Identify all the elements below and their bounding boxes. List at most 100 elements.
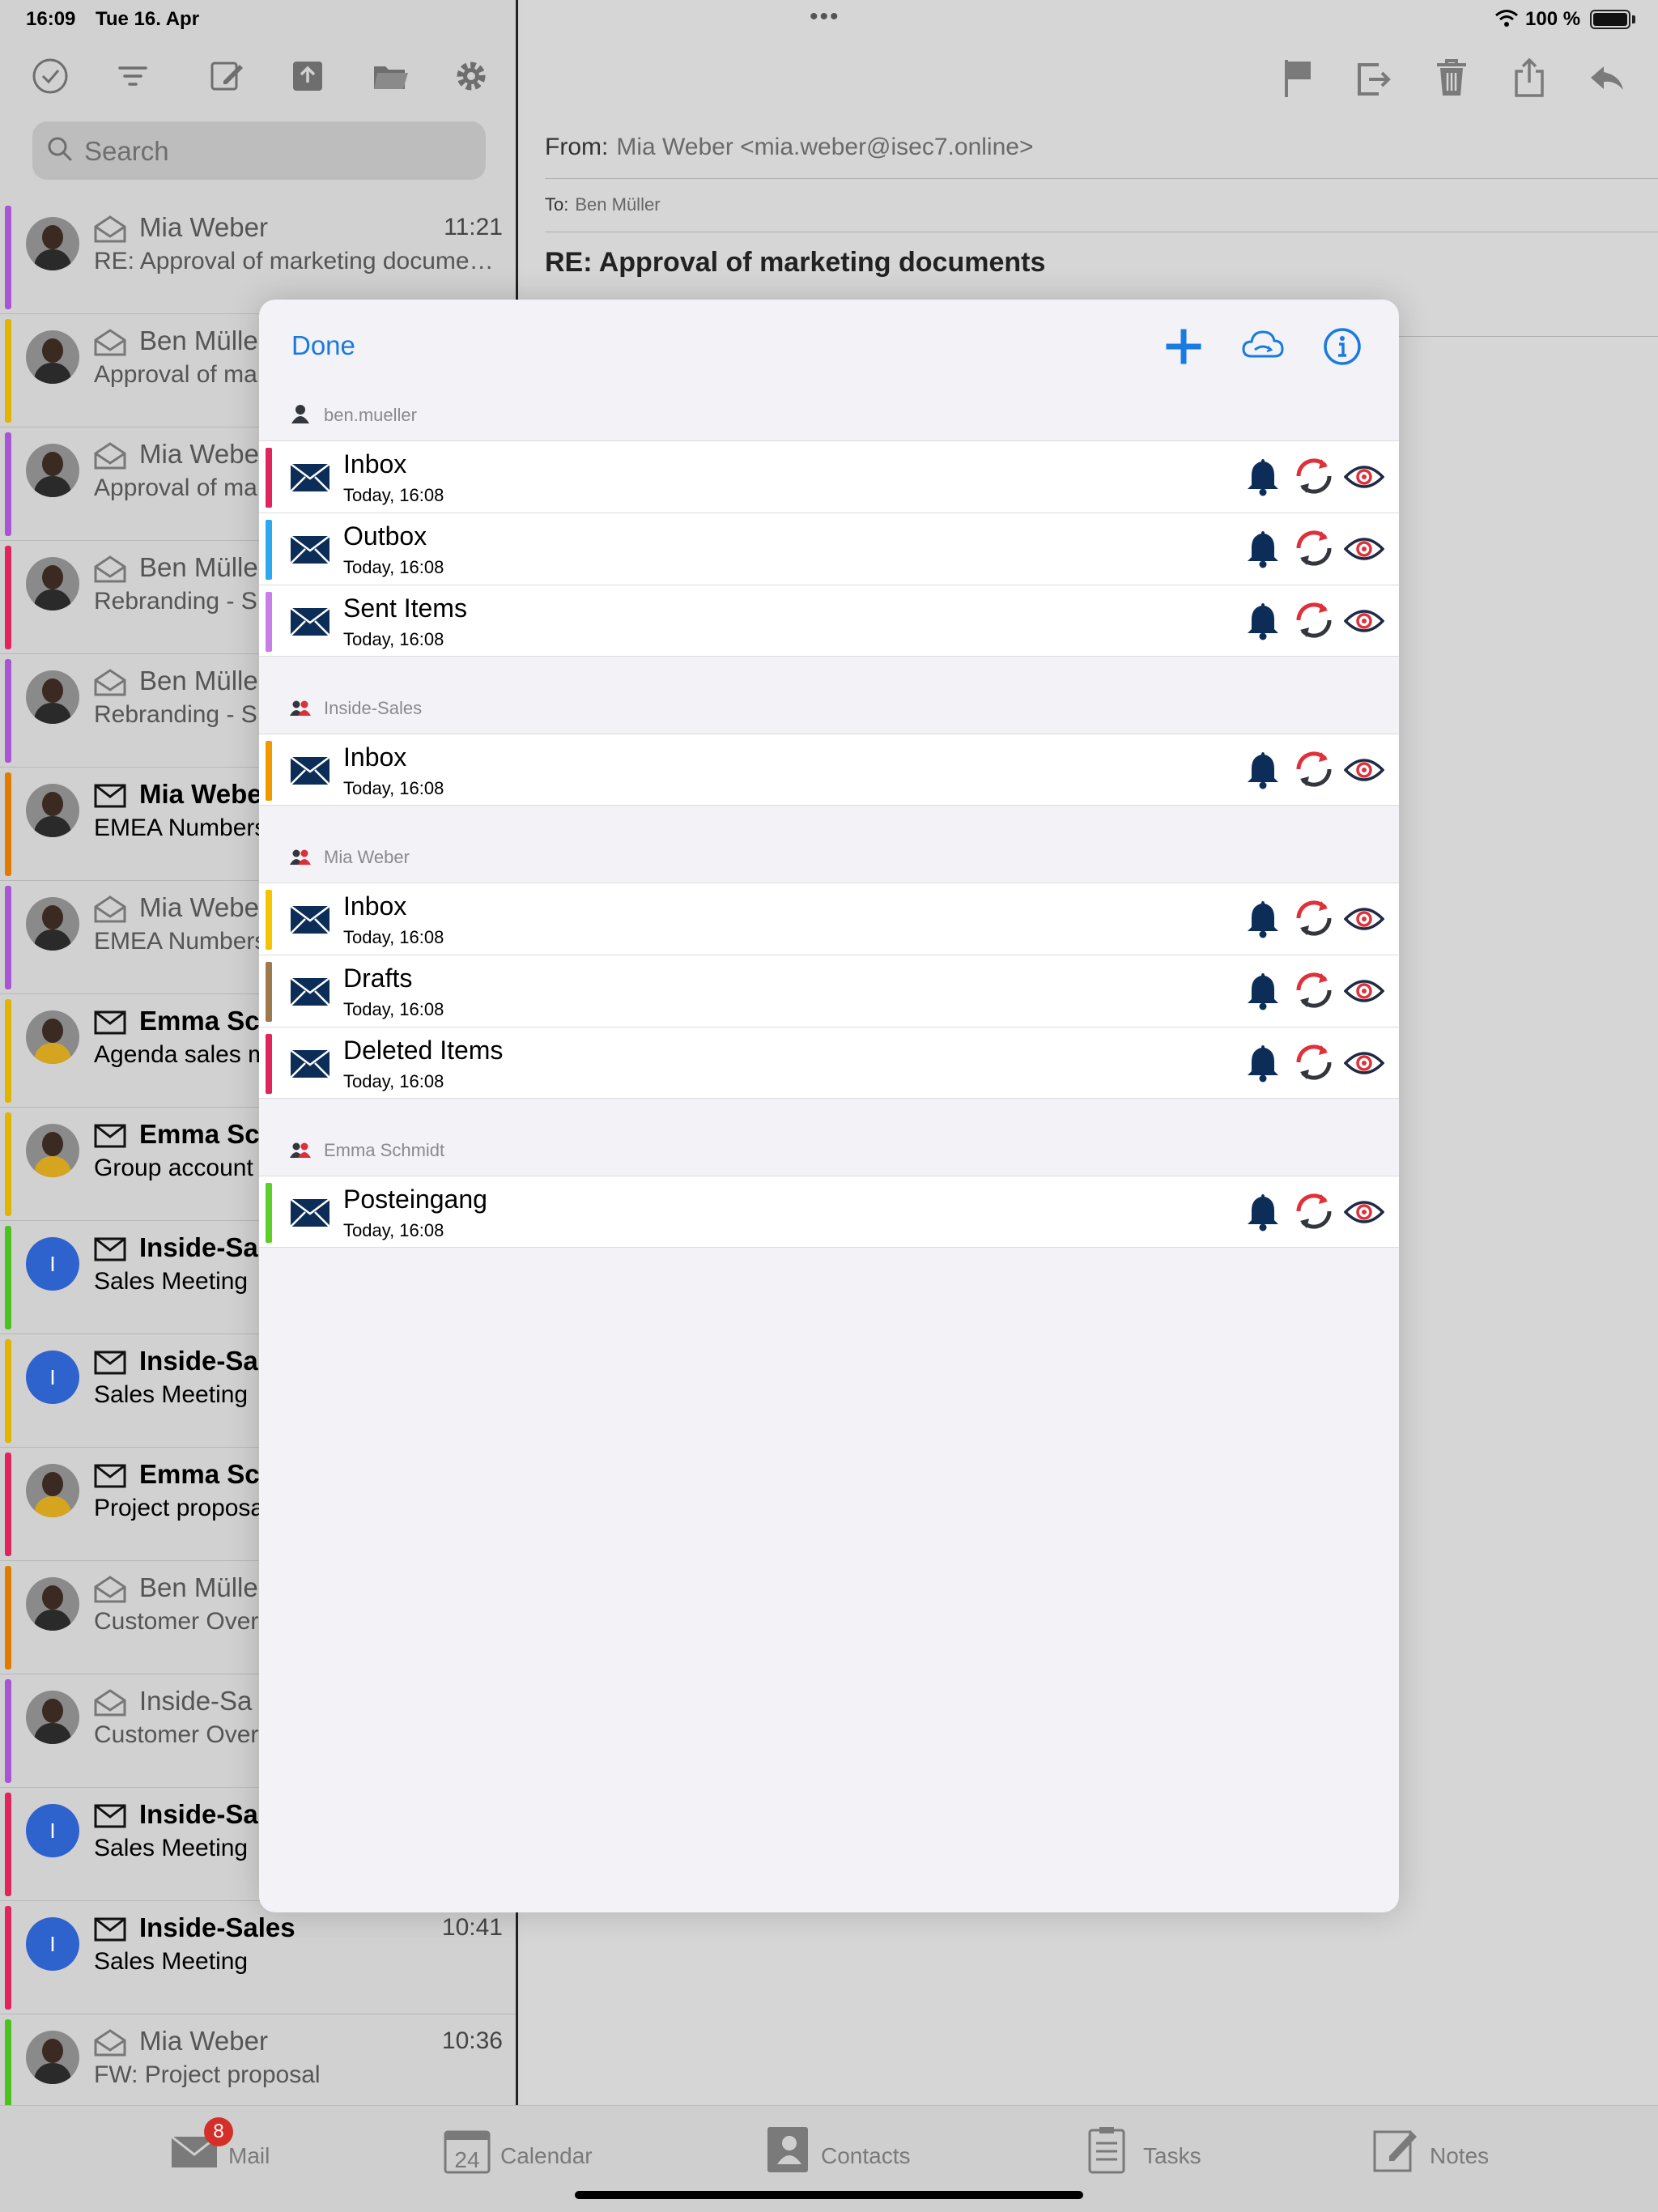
avatar-body (34, 249, 71, 270)
done-button[interactable]: Done (291, 330, 355, 361)
to-line: To: Ben Müller (545, 194, 661, 215)
folder-sync-time: Today, 16:08 (343, 1220, 444, 1240)
folder-row[interactable]: Deleted Items Today, 16:08 (259, 1027, 1399, 1099)
notification-bell-icon[interactable] (1245, 456, 1281, 496)
notification-bell-icon[interactable] (1245, 898, 1281, 938)
notification-bell-icon[interactable] (1245, 970, 1281, 1010)
multitask-dots[interactable]: ••• (810, 3, 840, 31)
folder-row[interactable]: Inbox Today, 16:08 (259, 883, 1399, 955)
search-input[interactable]: Search (32, 121, 486, 180)
avatar-head (42, 225, 63, 249)
cloud-sync-icon[interactable] (1240, 324, 1286, 369)
folder-sync-time: Today, 16:08 (343, 999, 444, 1019)
mail-list-item[interactable]: I Inside-Sales Sales Meeting 10:41 (0, 1901, 516, 2014)
select-checkmark-icon[interactable] (29, 55, 71, 97)
add-icon[interactable] (1161, 324, 1206, 369)
folder-row[interactable]: Outbox Today, 16:08 (259, 513, 1399, 585)
notification-bell-icon[interactable] (1245, 1191, 1281, 1231)
account-color-bar (5, 1793, 11, 1896)
mail-sender: Mia Webe (139, 439, 259, 469)
info-icon[interactable] (1320, 324, 1365, 369)
avatar (26, 557, 79, 610)
sync-icon[interactable] (1292, 896, 1336, 940)
folder-sync-time: Today, 16:08 (343, 778, 444, 798)
tab-label: Notes (1430, 2143, 1490, 2168)
avatar-head (42, 1132, 63, 1156)
from-value[interactable]: Mia Weber <mia.weber@isec7.online> (616, 134, 1033, 160)
share-icon[interactable] (1510, 57, 1549, 99)
visibility-eye-icon[interactable] (1344, 755, 1384, 785)
folder-sync-time: Today, 16:08 (343, 927, 444, 947)
visibility-eye-icon[interactable] (1344, 606, 1384, 636)
mail-time: 11:21 (444, 214, 503, 240)
visibility-eye-icon[interactable] (1344, 1049, 1384, 1078)
unread-badge: 8 (204, 2117, 233, 2146)
folder-color-bar (266, 741, 272, 801)
mail-sender: Mia Webe (139, 779, 262, 809)
visibility-eye-icon[interactable] (1344, 1197, 1384, 1227)
folder-icon[interactable] (369, 55, 411, 97)
tab-label: Mail (228, 2143, 270, 2168)
divider (545, 178, 1658, 179)
notification-bell-icon[interactable] (1245, 1042, 1281, 1083)
avatar (26, 217, 79, 270)
home-indicator[interactable] (575, 2191, 1083, 2199)
filter-icon[interactable] (112, 55, 154, 97)
account-color-bar (5, 772, 11, 876)
account-color-bar (5, 1339, 11, 1443)
folder-row[interactable]: Sent Items Today, 16:08 (259, 585, 1399, 657)
compose-icon[interactable] (206, 55, 248, 97)
folder-row[interactable]: Inbox Today, 16:08 (259, 440, 1399, 513)
read-envelope-icon (94, 895, 126, 923)
reply-icon[interactable] (1588, 57, 1626, 99)
sync-icon[interactable] (1292, 598, 1336, 642)
mail-sender: Mia Weber (139, 2026, 268, 2056)
read-envelope-icon (94, 442, 126, 470)
sync-icon[interactable] (1292, 1040, 1336, 1084)
sync-icon[interactable] (1292, 1189, 1336, 1233)
notification-bell-icon[interactable] (1245, 600, 1281, 640)
sync-icon[interactable] (1292, 454, 1336, 498)
search-icon (48, 137, 72, 161)
trash-icon[interactable] (1432, 57, 1471, 99)
folder-envelope-icon (290, 1049, 330, 1078)
avatar-head (42, 1472, 63, 1496)
visibility-eye-icon[interactable] (1344, 462, 1384, 491)
mail-list-item[interactable]: Mia Weber RE: Approval of marketing docu… (0, 201, 516, 314)
notification-bell-icon[interactable] (1245, 528, 1281, 568)
folder-row[interactable]: Posteingang Today, 16:08 (259, 1176, 1399, 1248)
archive-upload-icon[interactable] (287, 55, 329, 97)
mail-list-toolbar (29, 55, 499, 100)
visibility-eye-icon[interactable] (1344, 976, 1384, 1006)
avatar-head (42, 338, 63, 363)
account-color-bar (5, 319, 11, 423)
unread-envelope-icon (94, 1917, 126, 1942)
avatar-body (34, 363, 71, 384)
folder-color-bar (266, 520, 272, 580)
avatar-body (34, 1156, 71, 1177)
sync-icon[interactable] (1292, 747, 1336, 791)
account-color-bar (5, 886, 11, 989)
mail-time: 10:36 (441, 2027, 503, 2054)
account-color-bar (5, 1566, 11, 1670)
tab-label: Calendar (500, 2143, 593, 2168)
to-value[interactable]: Ben Müller (575, 194, 660, 215)
avatar-head (42, 1019, 63, 1043)
folder-row[interactable]: Drafts Today, 16:08 (259, 955, 1399, 1027)
visibility-eye-icon[interactable] (1344, 904, 1384, 934)
flag-icon[interactable] (1278, 57, 1317, 99)
account-color-bar (5, 659, 11, 763)
folder-sync-time: Today, 16:08 (343, 485, 444, 505)
mail-sender: Ben Mülle (139, 666, 258, 696)
sync-icon[interactable] (1292, 968, 1336, 1012)
visibility-eye-icon[interactable] (1344, 534, 1384, 564)
folder-row[interactable]: Inbox Today, 16:08 (259, 734, 1399, 806)
notification-bell-icon[interactable] (1245, 749, 1281, 789)
avatar: I (26, 1804, 79, 1857)
folder-color-bar (266, 1034, 272, 1094)
sync-icon[interactable] (1292, 526, 1336, 570)
move-icon[interactable] (1354, 57, 1393, 99)
avatar-head (42, 565, 63, 589)
unread-envelope-icon (94, 1464, 126, 1488)
settings-gear-icon[interactable] (450, 55, 492, 97)
